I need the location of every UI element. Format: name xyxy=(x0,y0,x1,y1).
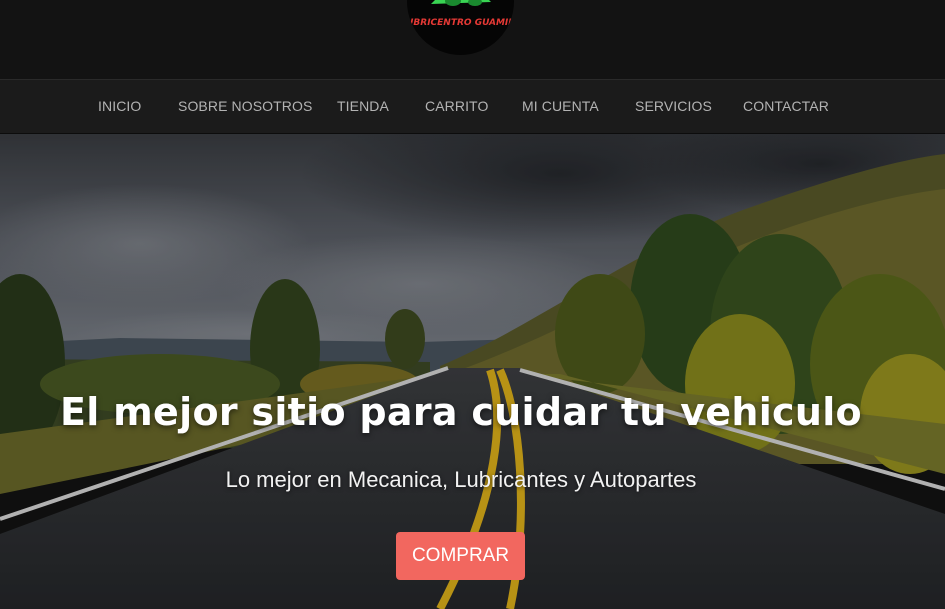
nav-item-servicios[interactable]: SERVICIOS xyxy=(635,98,712,114)
hero-banner: El mejor sitio para cuidar tu vehiculo L… xyxy=(0,134,945,609)
main-nav: INICIO SOBRE NOSOTROS TIENDA CARRITO MI … xyxy=(0,79,945,134)
hero-subtitle: Lo mejor en Mecanica, Lubricantes y Auto… xyxy=(225,467,697,492)
header: LUBRICENTRO GUAMINI xyxy=(0,0,945,79)
comprar-button[interactable]: COMPRAR xyxy=(396,532,525,580)
hero-title: El mejor sitio para cuidar tu vehiculo xyxy=(60,390,862,434)
nav-item-contactar[interactable]: CONTACTAR xyxy=(743,98,829,114)
site-logo[interactable]: LUBRICENTRO GUAMINI xyxy=(407,0,514,55)
nav-item-tienda[interactable]: TIENDA xyxy=(337,98,389,114)
car-logo-icon: LUBRICENTRO GUAMINI xyxy=(407,0,514,28)
nav-item-sobre-nosotros[interactable]: SOBRE NOSOTROS xyxy=(178,98,312,114)
nav-item-carrito[interactable]: CARRITO xyxy=(425,98,488,114)
logo-text: LUBRICENTRO GUAMINI xyxy=(407,18,514,28)
nav-item-mi-cuenta[interactable]: MI CUENTA xyxy=(522,98,599,114)
nav-item-inicio[interactable]: INICIO xyxy=(98,98,141,114)
